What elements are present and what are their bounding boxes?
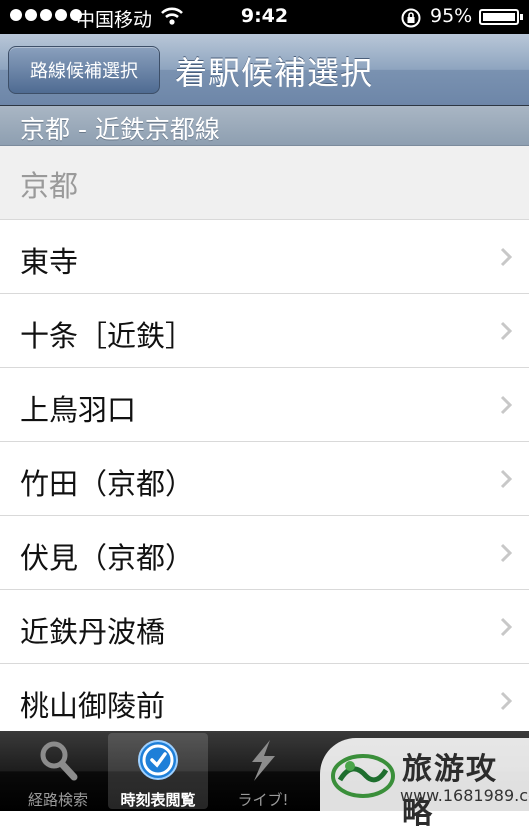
- station-name: 近鉄丹波橋: [20, 615, 166, 649]
- list-item: 京都: [0, 146, 529, 220]
- watermark: 旅游攻略 www.1681989.com: [320, 738, 529, 831]
- station-name: 東寺: [20, 245, 79, 279]
- search-icon: [40, 741, 78, 781]
- station-name: 上鳥羽口: [20, 393, 137, 427]
- station-list: 京都 東寺 十条［近鉄］ 上鳥羽口 竹田（京都） 伏見（京都） 近鉄丹波橋 桃山…: [0, 146, 529, 738]
- navigation-bar: 路線候補選択 着駅候補選択: [0, 34, 529, 106]
- rotation-lock-icon: [401, 8, 421, 28]
- station-name: 十条［近鉄］: [20, 319, 195, 353]
- battery-percent: 95%: [430, 5, 473, 27]
- chevron-right-icon: [500, 543, 513, 563]
- section-header-label: 京都 - 近鉄京都線: [20, 115, 220, 144]
- watermark-url: www.1681989.com: [400, 786, 529, 805]
- back-button[interactable]: 路線候補選択: [8, 46, 160, 94]
- chevron-right-icon: [500, 247, 513, 267]
- chevron-right-icon: [500, 321, 513, 341]
- status-bar: 中国移动 9:42 95%: [0, 0, 529, 34]
- clock-icon: [138, 740, 178, 780]
- battery-icon: [479, 9, 523, 25]
- list-item[interactable]: 上鳥羽口: [0, 368, 529, 442]
- chevron-right-icon: [500, 395, 513, 415]
- watermark-logo-icon: [331, 754, 395, 798]
- tab-label: 経路検索: [27, 791, 88, 809]
- station-name: 桃山御陵前: [20, 689, 166, 723]
- station-name: 京都: [20, 169, 79, 203]
- list-item[interactable]: 桃山御陵前: [0, 664, 529, 738]
- tab-label: ライブ!: [237, 791, 289, 809]
- list-item[interactable]: 東寺: [0, 220, 529, 294]
- tab-live[interactable]: ライブ!: [213, 733, 313, 809]
- station-name: 伏見（京都）: [20, 541, 195, 575]
- list-item[interactable]: 近鉄丹波橋: [0, 590, 529, 664]
- page-title: 着駅候補選択: [175, 54, 374, 92]
- list-item[interactable]: 伏見（京都）: [0, 516, 529, 590]
- chevron-right-icon: [500, 617, 513, 637]
- list-item[interactable]: 十条［近鉄］: [0, 294, 529, 368]
- chevron-right-icon: [500, 469, 513, 489]
- lightning-icon: [252, 740, 275, 781]
- chevron-right-icon: [500, 691, 513, 711]
- station-name: 竹田（京都）: [20, 467, 195, 501]
- tab-route-search[interactable]: 経路検索: [8, 733, 108, 809]
- tab-label: 時刻表閲覧: [120, 791, 196, 809]
- list-item[interactable]: 竹田（京都）: [0, 442, 529, 516]
- section-header: 京都 - 近鉄京都線: [0, 106, 529, 146]
- tab-timetable[interactable]: 時刻表閲覧: [108, 733, 208, 809]
